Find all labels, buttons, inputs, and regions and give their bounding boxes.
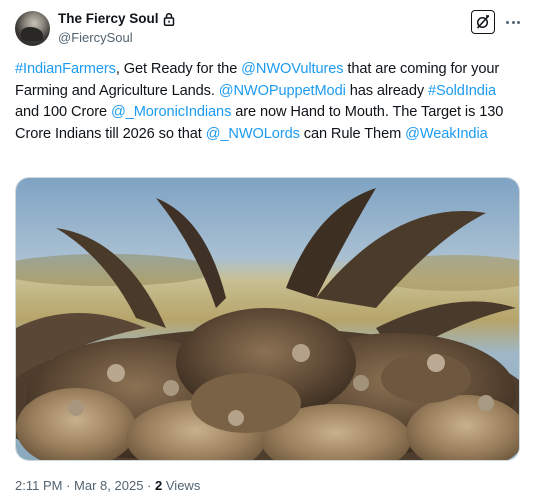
vultures-photo xyxy=(16,178,519,460)
mention-link[interactable]: @WeakIndia xyxy=(405,126,488,142)
meta-separator: · xyxy=(66,478,71,493)
author-name-row: The Fiercy Soul xyxy=(58,11,175,26)
tweet-meta: 2:11 PM · Mar 8, 2025 · 2 Views xyxy=(15,478,200,493)
grok-button[interactable] xyxy=(471,10,495,34)
tweet-media-image[interactable] xyxy=(15,177,520,461)
tweet-text-segment: has already xyxy=(345,82,428,99)
tweet-text: #IndianFarmers, Get Ready for the @NWOVu… xyxy=(15,59,520,145)
tweet-time[interactable]: 2:11 PM xyxy=(15,478,62,493)
hashtag-link[interactable]: #IndianFarmers xyxy=(15,61,116,77)
mention-link[interactable]: @_MoronicIndians xyxy=(111,104,231,120)
more-options-button[interactable] xyxy=(503,12,523,32)
more-dot xyxy=(517,20,520,24)
views-count: 2 xyxy=(155,478,163,493)
tweet-date[interactable]: Mar 8, 2025 xyxy=(74,478,143,493)
tweet-text-segment: and 100 Crore xyxy=(15,104,111,120)
mention-link[interactable]: @NWOPuppetModi xyxy=(219,83,346,99)
mention-link[interactable]: @NWOVultures xyxy=(241,61,343,77)
more-dots-icon xyxy=(506,20,509,24)
mention-link[interactable]: @_NWOLords xyxy=(206,126,300,142)
author-display-name[interactable]: The Fiercy Soul xyxy=(58,11,159,26)
avatar[interactable] xyxy=(15,11,50,46)
meta-separator: · xyxy=(147,478,152,493)
tweet-text-segment: , Get Ready for the xyxy=(115,61,242,77)
author-handle[interactable]: @FiercySoul xyxy=(58,30,133,45)
tweet-text-segment: can Rule Them xyxy=(299,125,406,142)
grok-icon xyxy=(476,15,490,29)
views-label: Views xyxy=(165,478,201,493)
lock-icon xyxy=(163,12,175,26)
hashtag-link[interactable]: #SoldIndia xyxy=(428,83,496,99)
more-dot xyxy=(511,20,515,24)
